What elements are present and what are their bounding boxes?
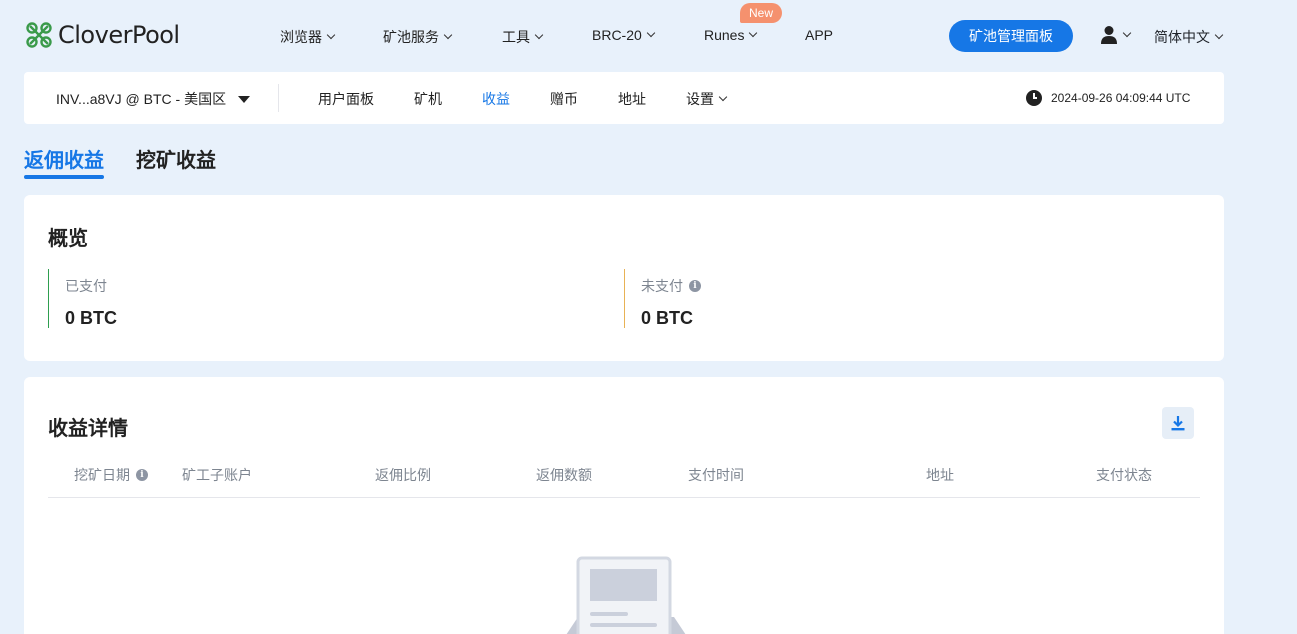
unpaid-label: 未支付 — [641, 278, 683, 294]
active-tab-indicator — [24, 175, 104, 179]
nav-pool-services-label: 矿池服务 — [383, 29, 439, 45]
subnav-miners[interactable]: 矿机 — [414, 89, 442, 109]
divider — [278, 84, 279, 112]
info-icon[interactable]: i — [689, 280, 701, 292]
brand-logo[interactable]: CloverPool — [24, 20, 180, 50]
chevron-down-icon — [326, 30, 336, 40]
paid-value: 0 BTC — [65, 308, 118, 328]
column-header-referral-amount: 返佣数额 — [536, 467, 592, 483]
column-header-sub-account: 矿工子账户 — [182, 467, 252, 483]
nav-brc20-label: BRC-20 — [592, 27, 642, 43]
clover-logo-icon — [26, 22, 52, 48]
overview-title: 概览 — [48, 228, 88, 250]
top-navbar: CloverPool 浏览器 矿池服务 工具 BRC-20 Runes New … — [0, 0, 1297, 72]
account-label: INV...a8VJ @ BTC - 美国区 — [56, 91, 227, 107]
subnav-address[interactable]: 地址 — [618, 89, 646, 109]
empty-state-icon — [566, 556, 686, 634]
user-icon — [1101, 26, 1117, 44]
brand-name: CloverPool — [58, 21, 180, 49]
subnav-bonus-coins[interactable]: 赠币 — [550, 89, 578, 109]
nav-tools-label: 工具 — [502, 29, 530, 45]
earnings-details-card: 收益详情 挖矿日期 i 矿工子账户 返佣比例 返佣数额 支付时间 地址 支付状态 — [24, 377, 1224, 634]
subnav-earnings[interactable]: 收益 — [482, 89, 510, 109]
nav-runes-label: Runes — [704, 27, 745, 43]
nav-tools[interactable]: 工具 — [502, 27, 544, 47]
server-time-value: 2024-09-26 04:09:44 UTC — [1051, 91, 1191, 105]
nav-browser[interactable]: 浏览器 — [280, 27, 336, 47]
user-menu[interactable] — [1100, 25, 1132, 45]
nav-app-label: APP — [805, 27, 834, 43]
column-header-payment-status: 支付状态 — [1096, 467, 1152, 483]
column-header-label: 挖矿日期 — [74, 467, 130, 483]
table-header-divider — [48, 497, 1200, 498]
column-header-mining-date: 挖矿日期 i — [74, 465, 148, 485]
column-header-address: 地址 — [926, 467, 954, 483]
account-selector[interactable]: INV...a8VJ @ BTC - 美国区 — [56, 89, 251, 109]
chevron-down-icon — [646, 28, 656, 38]
overview-card: 概览 已支付 0 BTC 未支付 i 0 BTC — [24, 195, 1224, 361]
subnav-settings[interactable]: 设置 — [686, 89, 728, 109]
language-label: 简体中文 — [1154, 29, 1210, 45]
unpaid-value: 0 BTC — [641, 308, 694, 328]
download-button[interactable] — [1162, 407, 1194, 439]
subnav-dashboard[interactable]: 用户面板 — [318, 89, 374, 109]
chevron-down-icon — [1214, 30, 1224, 40]
server-time: 2024-09-26 04:09:44 UTC — [1026, 90, 1190, 106]
nav-runes[interactable]: Runes — [704, 27, 758, 43]
chevron-down-icon — [443, 30, 453, 40]
language-selector[interactable]: 简体中文 — [1154, 27, 1224, 47]
nav-app[interactable]: APP — [805, 27, 833, 43]
clock-icon — [1026, 90, 1042, 106]
unpaid-stat: 未支付 i 0 BTC — [624, 269, 701, 328]
tab-mining-earnings[interactable]: 挖矿收益 — [136, 144, 216, 173]
nav-pool-services[interactable]: 矿池服务 — [383, 27, 453, 47]
new-badge: New — [740, 3, 783, 23]
column-header-referral-ratio: 返佣比例 — [375, 467, 431, 483]
paid-label: 已支付 — [65, 278, 107, 294]
info-icon[interactable]: i — [136, 469, 148, 481]
unpaid-label-row: 未支付 i — [641, 276, 701, 296]
details-title: 收益详情 — [48, 418, 128, 440]
paid-stat: 已支付 0 BTC — [48, 269, 117, 328]
chevron-down-icon — [749, 28, 758, 38]
nav-brc20[interactable]: BRC-20 — [592, 27, 656, 43]
sub-navbar: INV...a8VJ @ BTC - 美国区 用户面板 矿机 收益 赠币 地址 … — [24, 72, 1224, 124]
column-header-payment-time: 支付时间 — [688, 467, 744, 483]
chevron-down-icon — [534, 30, 544, 40]
subnav-settings-label: 设置 — [686, 91, 714, 107]
chevron-down-icon — [1122, 28, 1132, 38]
tab-referral-earnings[interactable]: 返佣收益 — [24, 144, 104, 173]
pool-dashboard-button[interactable]: 矿池管理面板 — [949, 20, 1073, 52]
nav-browser-label: 浏览器 — [280, 29, 322, 45]
chevron-down-icon — [718, 92, 728, 102]
download-icon — [1171, 416, 1185, 431]
caret-down-icon — [238, 95, 251, 103]
